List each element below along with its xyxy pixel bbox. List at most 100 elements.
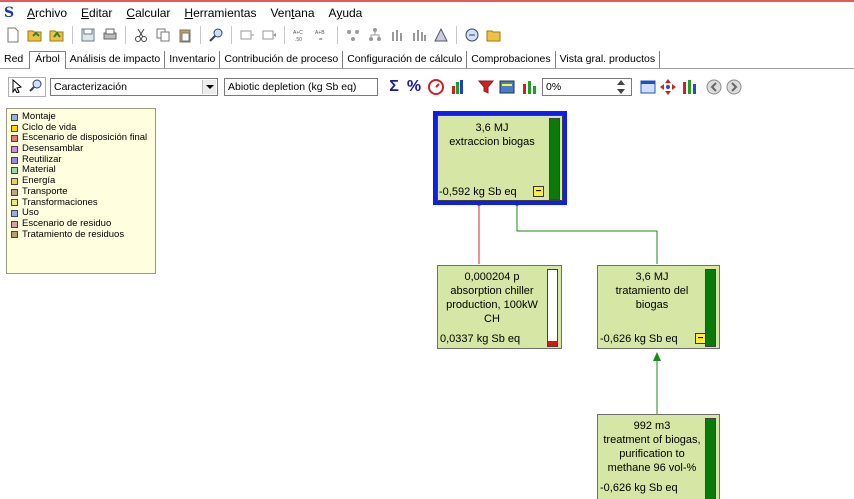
tree-node-tratamiento-biogas[interactable]: 3,6 MJ tratamiento del biogas -0,626 kg … xyxy=(597,265,720,349)
link-biogas-to-root xyxy=(516,206,658,264)
folder-icon[interactable] xyxy=(485,26,503,44)
bar-chart-icon[interactable] xyxy=(388,26,406,44)
menu-ayuda[interactable]: Ayuda xyxy=(322,6,370,20)
toolbar-separator xyxy=(72,26,73,44)
list-right-icon[interactable] xyxy=(260,26,278,44)
pointer-icon[interactable] xyxy=(11,78,25,96)
percent-icon[interactable]: % xyxy=(404,77,424,97)
tree-node-absorption-chiller[interactable]: 0,000204 p absorption chiller production… xyxy=(437,265,562,349)
tab-vista-productos[interactable]: Vista gral. productos xyxy=(556,51,661,68)
menu-herramientas[interactable]: Herramientas xyxy=(177,6,263,20)
menu-editar[interactable]: Editar xyxy=(74,6,119,20)
method-select[interactable]: Caracterización xyxy=(50,78,218,96)
collapse-icon[interactable]: − xyxy=(695,333,706,344)
open-folder-icon[interactable] xyxy=(48,26,66,44)
print-icon[interactable] xyxy=(101,26,119,44)
chevron-down-icon[interactable] xyxy=(202,80,216,94)
legend-swatch xyxy=(11,113,18,121)
node-label: 0,000204 p absorption chiller production… xyxy=(446,271,538,325)
main-toolbar: A+C .50 A+B = xyxy=(0,23,854,47)
network-icon[interactable] xyxy=(344,26,362,44)
open-icon[interactable] xyxy=(26,26,44,44)
tab-configuracion-calculo[interactable]: Configuración de cálculo xyxy=(343,51,468,68)
new-icon[interactable] xyxy=(4,26,22,44)
tab-contribucion-proceso[interactable]: Contribución de proceso xyxy=(220,51,344,68)
app-window: S Archivo Editar Calcular Herramientas V… xyxy=(0,0,854,499)
cut-icon[interactable] xyxy=(132,26,150,44)
sum-icon[interactable]: Σ xyxy=(384,77,404,97)
tab-comprobaciones[interactable]: Comprobaciones xyxy=(467,51,556,68)
tree-node-extraccion-biogas[interactable]: 3,6 MJ extraccion biogas -0,592 kg Sb eq… xyxy=(433,111,567,205)
menu-calcular[interactable]: Calcular xyxy=(119,6,177,20)
spinner-icon[interactable] xyxy=(614,77,628,97)
node-impact-value: -0,592 kg Sb eq xyxy=(439,186,517,198)
node-label: 992 m3 treatment of biogas, purification… xyxy=(603,420,701,474)
legend-label: Tratamiento de residuos xyxy=(22,228,125,240)
legend-item: Escenario de residuo xyxy=(11,217,151,230)
wizard-icon[interactable] xyxy=(463,26,481,44)
save-icon[interactable] xyxy=(79,26,97,44)
search-icon[interactable] xyxy=(207,26,225,44)
menu-bar: S Archivo Editar Calcular Herramientas V… xyxy=(0,3,854,23)
zoom-icon[interactable] xyxy=(29,79,43,96)
impact-category-select[interactable]: Abiotic depletion (kg Sb eq) xyxy=(224,78,378,96)
bar-chart-icon[interactable] xyxy=(448,77,468,97)
tree-icon[interactable] xyxy=(366,26,384,44)
node-impact-bar xyxy=(549,118,560,200)
app-logo-icon: S xyxy=(4,5,15,21)
tab-arbol[interactable]: Árbol xyxy=(29,51,66,69)
toolbar-separator xyxy=(456,26,457,44)
tree-node-treatment-biogas[interactable]: 992 m3 treatment of biogas, purification… xyxy=(597,414,720,499)
collapse-icon[interactable]: − xyxy=(533,186,544,197)
svg-text:A+B: A+B xyxy=(315,30,325,36)
copy-icon[interactable] xyxy=(154,26,172,44)
tab-red[interactable]: Red xyxy=(0,51,29,68)
add-icon[interactable]: A+B = xyxy=(313,26,331,44)
menu-ventana[interactable]: Ventana xyxy=(263,6,321,20)
svg-text:=: = xyxy=(319,37,323,43)
filter-icon[interactable] xyxy=(476,77,496,97)
sign-chart-icon[interactable] xyxy=(432,26,450,44)
legend-swatch xyxy=(11,145,18,153)
node-impact-bar xyxy=(705,418,716,499)
stage-legend: Montaje Ciclo de vida Escenario de disposi… xyxy=(6,108,156,274)
toolbar-separator xyxy=(284,26,285,44)
node-impact-fill xyxy=(550,119,559,199)
window-icon[interactable] xyxy=(638,77,658,97)
tab-analisis-impacto[interactable]: Análisis de impacto xyxy=(66,51,166,68)
link-treatment-arrowhead xyxy=(653,352,661,361)
legend-label: Escenario de residuo xyxy=(22,217,112,229)
menu-archivo[interactable]: Archivo xyxy=(20,6,74,20)
compare-icon[interactable]: A+C .50 xyxy=(291,26,309,44)
forward-icon[interactable] xyxy=(724,77,744,97)
node-impact-value: 0,0337 kg Sb eq xyxy=(440,333,521,345)
node-impact-fill xyxy=(706,270,715,346)
legend-swatch xyxy=(11,188,18,196)
tab-inventario[interactable]: Inventario xyxy=(165,51,221,68)
back-icon[interactable] xyxy=(704,77,724,97)
legend-swatch xyxy=(11,199,18,207)
legend-swatch xyxy=(11,231,18,239)
columns-icon[interactable] xyxy=(520,77,540,97)
cutoff-value: 0% xyxy=(546,81,562,93)
svg-text:.50: .50 xyxy=(295,37,302,43)
node-impact-fill xyxy=(548,341,557,346)
node-impact-fill xyxy=(706,419,715,499)
node-label: 3,6 MJ tratamiento del biogas xyxy=(615,271,689,311)
node-impact-bar xyxy=(705,269,716,347)
node-impact-value: -0,626 kg Sb eq xyxy=(600,333,678,345)
stacked-chart-icon[interactable] xyxy=(410,26,428,44)
legend-item: Tratamiento de residuos xyxy=(11,228,151,241)
move-icon[interactable] xyxy=(658,77,678,97)
stacked-bar-icon[interactable] xyxy=(680,77,700,97)
gauge-icon[interactable] xyxy=(426,77,446,97)
legend-swatch xyxy=(11,220,18,228)
list-left-icon[interactable] xyxy=(238,26,256,44)
legend-swatch xyxy=(11,135,18,143)
paste-icon[interactable] xyxy=(176,26,194,44)
legend-swatch xyxy=(11,167,18,175)
legend-swatch xyxy=(11,124,18,132)
legend-swatch xyxy=(11,156,18,164)
legend-icon[interactable] xyxy=(497,77,517,97)
toolbar-separator xyxy=(231,26,232,44)
